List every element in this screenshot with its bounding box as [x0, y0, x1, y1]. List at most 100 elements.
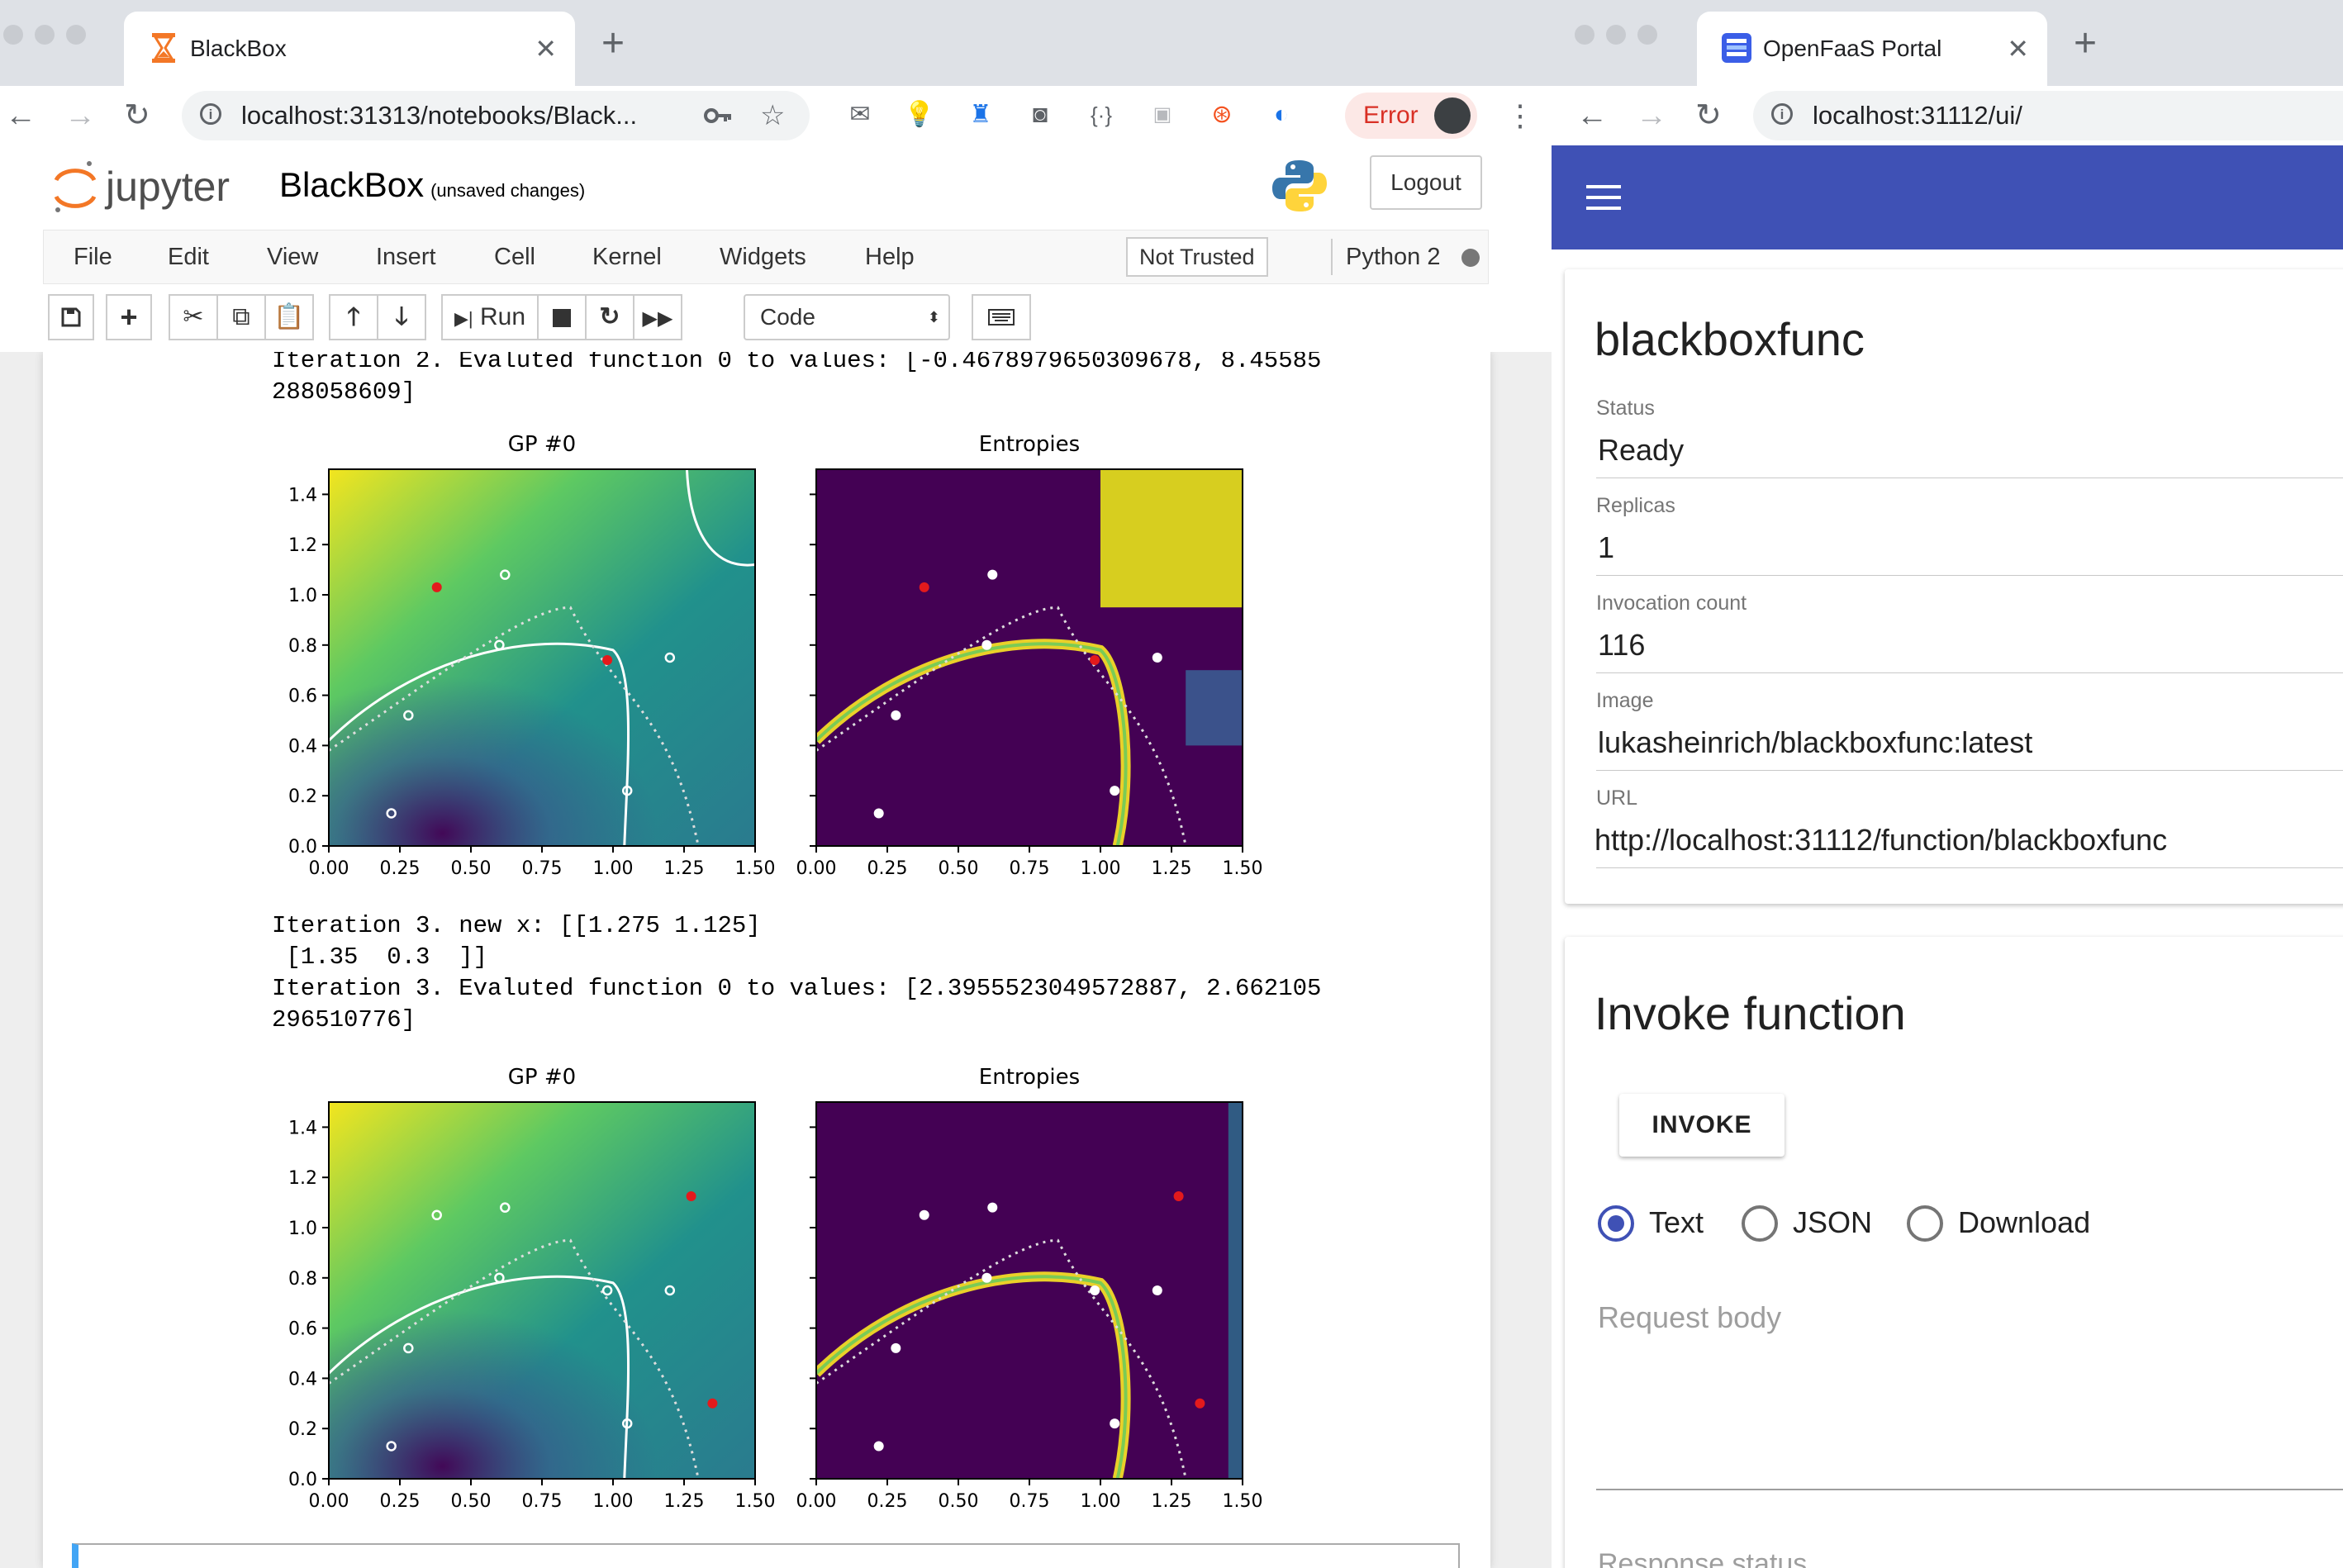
restart-button[interactable]: ↻	[585, 294, 634, 340]
notebook-scroll-area[interactable]: Iteration 2. Evaluted function 0 to valu…	[0, 352, 1552, 1568]
profile-error-button[interactable]: Error	[1345, 93, 1477, 139]
address-url[interactable]: localhost:31313/notebooks/Black...	[241, 91, 637, 140]
new-tab-button[interactable]: +	[2074, 15, 2097, 73]
y-tick-label: 0.0	[288, 837, 317, 858]
radio-download[interactable]	[1907, 1205, 1943, 1242]
move-up-button[interactable]: 🡑	[329, 294, 378, 340]
field-divider	[1596, 867, 2343, 868]
hamburger-menu-icon[interactable]	[1586, 185, 1621, 217]
logout-button[interactable]: Logout	[1370, 155, 1482, 210]
menu-insert[interactable]: Insert	[376, 230, 436, 283]
invoke-button[interactable]: INVOKE	[1619, 1094, 1785, 1157]
radio-json-label[interactable]: JSON	[1793, 1203, 1872, 1243]
request-body-input[interactable]: Request body	[1598, 1300, 1781, 1335]
radio-download-label[interactable]: Download	[1958, 1203, 2090, 1243]
x-tick-label: 1.00	[593, 1491, 634, 1512]
close-tab-icon[interactable]: ✕	[535, 12, 557, 86]
function-details-card: blackboxfunc Status Ready Replicas 1 Inv…	[1565, 269, 2343, 904]
lightbulb-extension-icon[interactable]: 💡	[902, 97, 937, 132]
menu-file[interactable]: File	[74, 230, 112, 283]
reader-extension-icon[interactable]: ▣	[1145, 97, 1180, 132]
tab-strip: BlackBox ✕ +	[0, 0, 1552, 86]
scissors-icon: ✂	[183, 303, 204, 330]
back-icon[interactable]: ←	[1576, 86, 1608, 145]
forward-icon[interactable]: →	[1636, 86, 1667, 145]
menu-kernel[interactable]: Kernel	[592, 230, 662, 283]
minimize-window-button[interactable]	[35, 25, 55, 45]
cell-type-select[interactable]: Code ⬍	[744, 294, 950, 340]
radio-json[interactable]	[1742, 1205, 1778, 1242]
menubar-divider	[1331, 239, 1333, 275]
status-label: Status	[1596, 397, 1655, 420]
address-url[interactable]: localhost:31112/ui/	[1813, 91, 2022, 140]
observed-point	[891, 710, 901, 720]
menu-help[interactable]: Help	[865, 230, 915, 283]
radio-text[interactable]	[1598, 1205, 1634, 1242]
url-value: http://localhost:31112/function/blackbox…	[1594, 823, 2168, 857]
address-bar[interactable]: i localhost:31313/notebooks/Black... ☆	[182, 91, 810, 140]
function-name: blackboxfunc	[1594, 313, 1865, 365]
globe-extension-icon[interactable]: ◐	[1264, 97, 1299, 132]
back-icon[interactable]: ←	[5, 86, 36, 145]
tab-blackbox[interactable]: BlackBox ✕	[124, 12, 575, 86]
camera-extension-icon[interactable]: ◙	[1023, 97, 1057, 132]
site-info-icon[interactable]: i	[1771, 103, 1793, 125]
x-tick-label: 0.25	[380, 858, 421, 879]
menu-view[interactable]: View	[267, 230, 318, 283]
observed-point	[919, 1209, 929, 1220]
address-bar[interactable]: i localhost:31112/ui/	[1753, 91, 2343, 140]
tab-openfaas-portal[interactable]: OpenFaaS Portal ✕	[1697, 12, 2047, 86]
x-tick-label: 1.00	[1081, 1491, 1121, 1512]
site-info-icon[interactable]: i	[200, 103, 221, 125]
close-window-button[interactable]	[1575, 25, 1594, 45]
key-icon[interactable]	[704, 104, 734, 127]
copy-button[interactable]: ⧉	[216, 294, 266, 340]
insert-cell-button[interactable]: +	[106, 294, 152, 340]
next-code-cell[interactable]	[72, 1543, 1460, 1568]
browser-menu-icon[interactable]: ⋮	[1505, 86, 1535, 145]
x-tick-label: 1.25	[664, 1491, 705, 1512]
x-tick-label: 0.50	[939, 858, 979, 879]
lifebuoy-extension-icon[interactable]: ⊛	[1205, 97, 1239, 132]
close-window-button[interactable]	[3, 25, 23, 45]
zoom-window-button[interactable]	[1637, 25, 1657, 45]
move-down-button[interactable]: 🡓	[377, 294, 426, 340]
reload-icon[interactable]: ↻	[1695, 86, 1722, 145]
x-tick-label: 0.50	[939, 1491, 979, 1512]
paste-button[interactable]: 📋	[264, 294, 314, 340]
menu-cell[interactable]: Cell	[494, 230, 535, 283]
not-trusted-button[interactable]: Not Trusted	[1126, 237, 1268, 277]
mail-extension-icon[interactable]: ✉	[843, 97, 877, 132]
response-status-label: Response status	[1598, 1548, 1808, 1568]
close-tab-icon[interactable]: ✕	[2007, 12, 2029, 86]
restart-icon: ↻	[599, 303, 620, 330]
notebook-name[interactable]: BlackBox	[279, 165, 424, 204]
forward-icon[interactable]: →	[64, 86, 96, 145]
kernel-name[interactable]: Python 2	[1346, 230, 1440, 283]
interrupt-button[interactable]	[537, 294, 587, 340]
zoom-window-button[interactable]	[66, 25, 86, 45]
x-tick-label: 0.50	[451, 1491, 492, 1512]
radio-text-label[interactable]: Text	[1649, 1203, 1704, 1243]
menu-edit[interactable]: Edit	[168, 230, 209, 283]
command-palette-button[interactable]	[972, 294, 1031, 340]
x-tick-label: 1.25	[1152, 1491, 1192, 1512]
json-extension-icon[interactable]: {·}	[1084, 97, 1119, 132]
field-divider	[1596, 575, 2343, 576]
ghost-extension-icon[interactable]: ♜	[963, 97, 998, 132]
run-button[interactable]: ▶| Run	[441, 294, 539, 340]
cut-button[interactable]: ✂	[169, 294, 218, 340]
notebook-title[interactable]: BlackBox (unsaved changes)	[279, 160, 585, 216]
x-tick-label: 1.50	[735, 858, 776, 879]
save-button[interactable]	[48, 294, 94, 340]
run-all-button[interactable]: ▶▶	[633, 294, 682, 340]
heatmap-image	[816, 469, 1243, 846]
jupyter-logo[interactable]: jupyter	[48, 155, 263, 221]
output-iter3-line1: Iteration 3. new x: [[1.275 1.125]	[272, 912, 761, 939]
minimize-window-button[interactable]	[1606, 25, 1626, 45]
new-tab-button[interactable]: +	[601, 15, 625, 73]
new-point	[602, 655, 613, 666]
bookmark-star-icon[interactable]: ☆	[760, 91, 785, 140]
reload-icon[interactable]: ↻	[124, 86, 150, 145]
menu-widgets[interactable]: Widgets	[720, 230, 806, 283]
